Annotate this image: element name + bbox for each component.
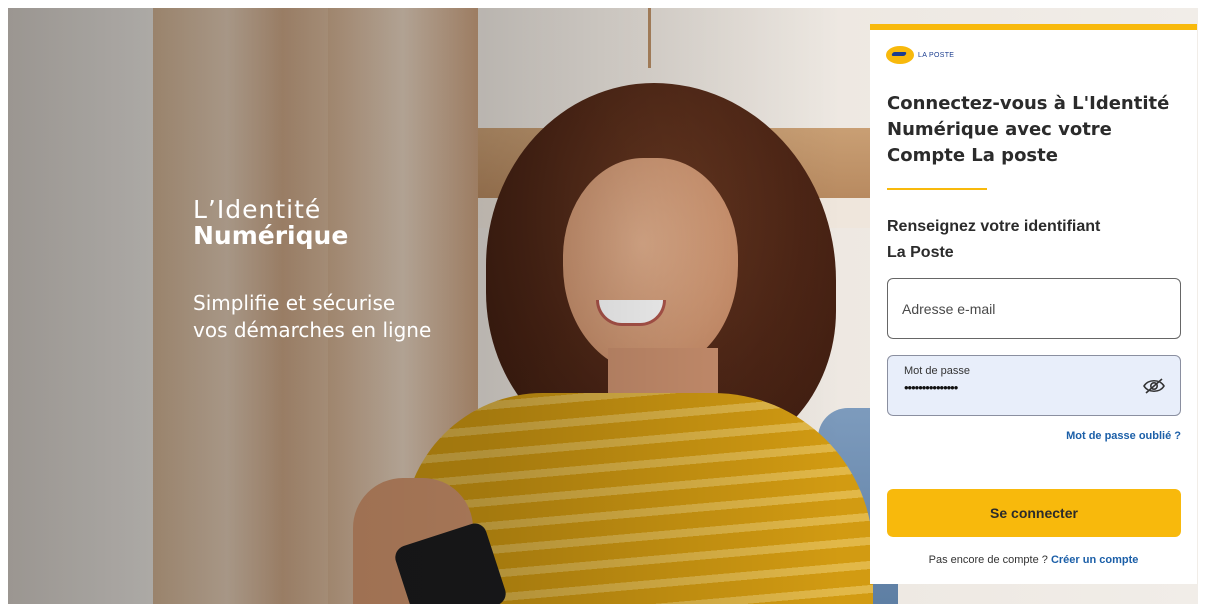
show-password-eye-icon[interactable]	[1142, 376, 1166, 396]
la-poste-logo: LA POSTE	[886, 46, 954, 64]
password-label: Mot de passe	[904, 365, 971, 377]
la-poste-bird-icon	[886, 46, 914, 64]
email-field	[887, 278, 1181, 339]
email-input[interactable]	[888, 279, 1180, 338]
signup-row: Pas encore de compte ? Créer un compte	[870, 554, 1197, 566]
logo-text: LA POSTE	[918, 51, 955, 59]
title-divider	[887, 188, 987, 190]
hero-tagline: Simplifie et sécurise vos démarches en l…	[193, 290, 431, 344]
subtitle-line-2: La Poste	[887, 244, 954, 261]
brand-line-1: L’Identité	[193, 195, 322, 224]
tagline-line-2: vos démarches en ligne	[193, 318, 432, 342]
eye-icon-svg	[1143, 378, 1165, 394]
password-field[interactable]: Mot de passe •••••••••••••••	[887, 355, 1181, 416]
brand-logo: L’Identité Numérique	[193, 196, 348, 248]
page: L’Identité Numérique Simplifie et sécuri…	[8, 8, 1198, 604]
login-card: LA POSTE Connectez-vous à L'Identité Num…	[870, 24, 1197, 584]
login-button[interactable]: Se connecter	[887, 489, 1181, 537]
forgot-password-link[interactable]: Mot de passe oublié ?	[1066, 430, 1181, 442]
password-input[interactable]: •••••••••••••••	[904, 380, 958, 395]
login-subtitle: Renseignez votre identifiant La Poste	[887, 214, 1177, 266]
tagline-line-1: Simplifie et sécurise	[193, 291, 396, 315]
brand-line-2: Numérique	[193, 221, 349, 250]
subtitle-line-1: Renseignez votre identifiant	[887, 218, 1101, 235]
create-account-link[interactable]: Créer un compte	[1051, 554, 1138, 566]
login-title: Connectez-vous à L'Identité Numérique av…	[887, 93, 1170, 166]
signup-prompt: Pas encore de compte ?	[928, 554, 1048, 566]
